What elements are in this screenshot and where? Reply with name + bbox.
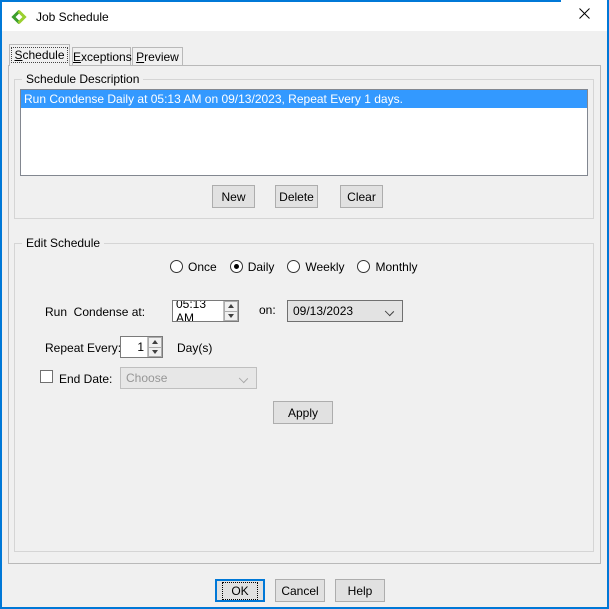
ok-button[interactable]: OK — [215, 579, 265, 602]
on-label: on: — [259, 303, 276, 317]
cancel-button[interactable]: Cancel — [275, 579, 325, 602]
triangle-up-icon — [152, 340, 158, 344]
schedule-description-list[interactable]: Run Condense Daily at 05:13 AM on 09/13/… — [20, 89, 588, 176]
radio-daily-icon — [230, 260, 243, 273]
tab-schedule-label: Schedule — [12, 48, 66, 62]
radio-weekly-label: Weekly — [305, 260, 344, 274]
app-logo-icon — [11, 9, 27, 25]
window-title: Job Schedule — [36, 10, 109, 24]
tab-schedule[interactable]: Schedule — [9, 44, 70, 66]
radio-once-label: Once — [188, 260, 217, 274]
tab-exceptions[interactable]: Exceptions — [72, 47, 131, 66]
repeat-spinner[interactable]: 1 — [120, 336, 163, 358]
schedule-list-item[interactable]: Run Condense Daily at 05:13 AM on 09/13/… — [21, 90, 587, 108]
schedule-description-group-label: Schedule Description — [22, 72, 143, 86]
repeat-spin-up-button[interactable] — [148, 337, 162, 348]
radio-monthly[interactable]: Monthly — [357, 260, 417, 274]
help-button[interactable]: Help — [335, 579, 385, 602]
triangle-down-icon — [228, 314, 234, 318]
radio-once[interactable]: Once — [170, 260, 217, 274]
delete-button[interactable]: Delete — [275, 185, 318, 208]
date-value: 09/13/2023 — [293, 304, 353, 318]
radio-monthly-icon — [357, 260, 370, 273]
end-date-value: Choose — [126, 371, 167, 385]
edit-schedule-group-label: Edit Schedule — [22, 236, 104, 250]
radio-daily-label: Daily — [248, 260, 275, 274]
time-spin-down-button[interactable] — [224, 312, 238, 322]
clear-button[interactable]: Clear — [340, 185, 383, 208]
triangle-down-icon — [152, 350, 158, 354]
time-value[interactable]: 05:13 AM — [173, 301, 223, 321]
run-condense-at-label: Run Condense at: — [45, 305, 145, 319]
radio-weekly[interactable]: Weekly — [287, 260, 344, 274]
chevron-down-icon — [385, 307, 394, 316]
end-date-checkbox[interactable] — [40, 370, 53, 383]
close-icon — [579, 8, 590, 22]
time-spin-buttons — [223, 301, 238, 321]
radio-weekly-icon — [287, 260, 300, 273]
repeat-value[interactable]: 1 — [121, 337, 147, 357]
date-combobox[interactable]: 09/13/2023 — [287, 300, 403, 322]
edit-schedule-group — [14, 243, 594, 552]
new-button[interactable]: New — [212, 185, 255, 208]
radio-daily[interactable]: Daily — [230, 260, 275, 274]
repeat-every-label: Repeat Every: — [45, 341, 121, 355]
triangle-up-icon — [228, 304, 234, 308]
end-date-label: End Date: — [59, 372, 112, 386]
repeat-spin-buttons — [147, 337, 162, 357]
radio-monthly-label: Monthly — [375, 260, 417, 274]
tab-exceptions-label: Exceptions — [73, 50, 132, 64]
repeat-spin-down-button[interactable] — [148, 348, 162, 358]
time-spinner[interactable]: 05:13 AM — [172, 300, 239, 322]
radio-once-icon — [170, 260, 183, 273]
chevron-down-icon — [239, 374, 248, 383]
time-spin-up-button[interactable] — [224, 301, 238, 312]
titlebar: Job Schedule — [2, 2, 607, 31]
frequency-radio-group: Once Daily Weekly Monthly — [170, 258, 431, 275]
close-button[interactable] — [561, 0, 607, 29]
tab-preview-label: Preview — [136, 50, 179, 64]
repeat-unit-label: Day(s) — [177, 341, 212, 355]
apply-button[interactable]: Apply — [273, 401, 333, 424]
end-date-combobox: Choose — [120, 367, 257, 389]
job-schedule-dialog: Job Schedule Schedule Exceptions Preview… — [0, 0, 609, 609]
tab-preview[interactable]: Preview — [132, 47, 183, 66]
